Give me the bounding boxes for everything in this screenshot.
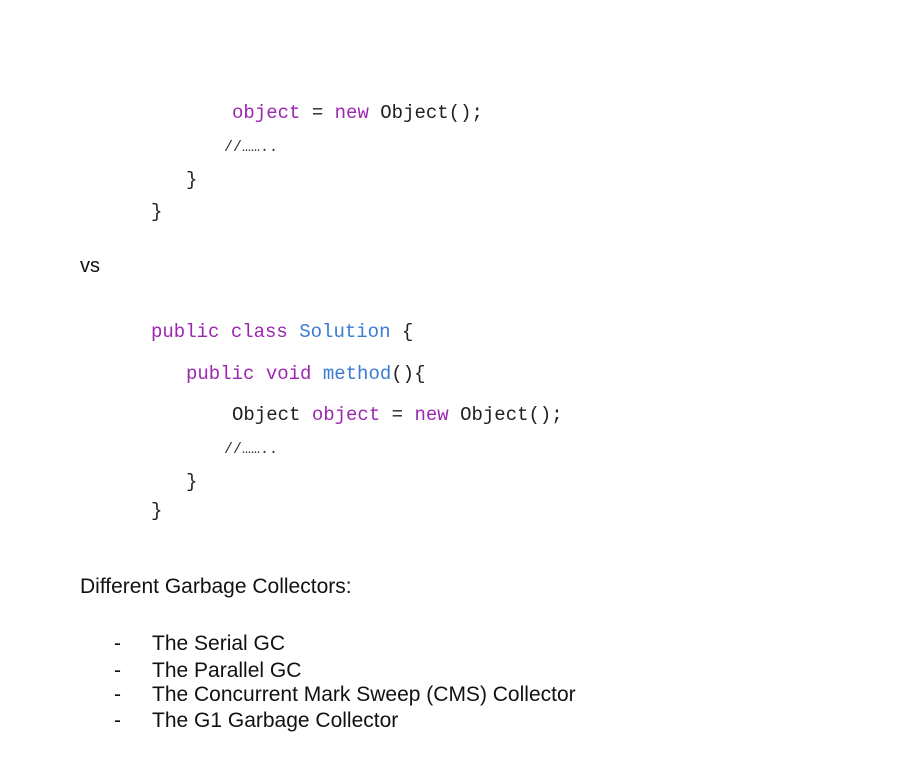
code-keyword-new: new xyxy=(334,102,369,124)
code-constructor-call: Object(); xyxy=(368,102,483,124)
list-item-label: The Concurrent Mark Sweep (CMS) Collecto… xyxy=(152,683,576,706)
code-keyword-void: void xyxy=(265,363,312,385)
code-outer-brace: } xyxy=(151,201,163,223)
code-operator: = xyxy=(380,404,415,426)
list-dash: - xyxy=(114,683,121,706)
code-identifier: object xyxy=(232,102,301,124)
code-method-parens: (){ xyxy=(391,363,426,385)
code-line-method-declaration: public void method(){ xyxy=(186,363,425,385)
code-comment: //…….. xyxy=(224,139,279,156)
code-keyword-public: public xyxy=(151,321,220,343)
code-constructor-call: Object(); xyxy=(448,404,563,426)
code-open-brace: { xyxy=(390,321,414,343)
code-class-name: Solution xyxy=(299,321,391,343)
code-outer-brace: } xyxy=(151,500,163,522)
code-line-class-declaration: public class Solution { xyxy=(151,321,413,343)
list-item: - The Concurrent Mark Sweep (CMS) Collect… xyxy=(114,683,576,707)
list-item: - The G1 Garbage Collector xyxy=(114,709,398,733)
list-item: - The Parallel GC xyxy=(114,659,301,683)
list-item-label: The Serial GC xyxy=(152,632,286,655)
code-keyword-public: public xyxy=(186,363,255,385)
code-inner-brace: } xyxy=(186,471,198,493)
list-dash: - xyxy=(114,709,121,732)
code-inner-brace: } xyxy=(186,169,198,191)
list-dash: - xyxy=(114,659,121,682)
list-item: - The Serial GC xyxy=(114,632,285,656)
code-keyword-class: class xyxy=(230,321,288,343)
gc-heading: Different Garbage Collectors: xyxy=(80,575,352,598)
code-line-assignment: object = new Object(); xyxy=(232,102,483,124)
code-operator: = xyxy=(300,102,335,124)
code-comment: //…….. xyxy=(224,441,279,458)
vs-separator: vs xyxy=(80,255,100,277)
code-line-assignment: Object object = new Object(); xyxy=(232,404,563,426)
code-method-name: method xyxy=(322,363,392,385)
list-item-label: The Parallel GC xyxy=(152,659,302,682)
list-dash: - xyxy=(114,632,121,655)
code-type: Object xyxy=(232,404,301,426)
list-item-label: The G1 Garbage Collector xyxy=(152,709,399,732)
code-identifier: object xyxy=(311,404,381,426)
code-keyword-new: new xyxy=(414,404,449,426)
